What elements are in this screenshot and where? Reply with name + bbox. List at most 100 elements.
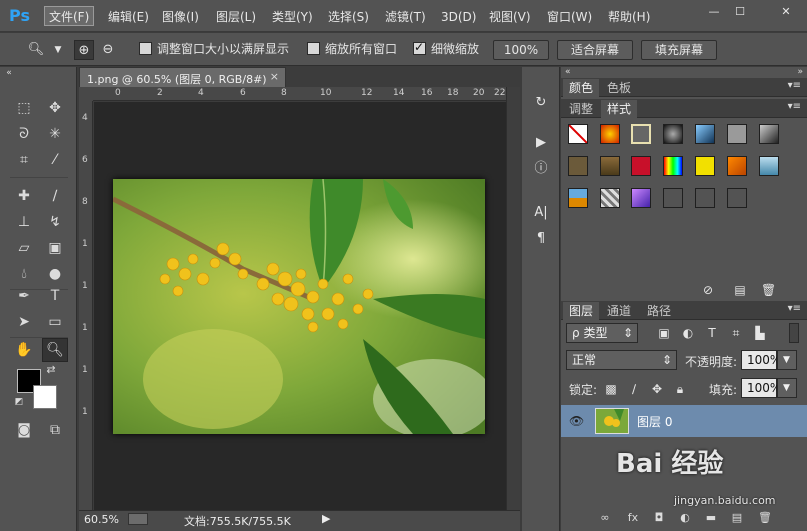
lock-image-icon[interactable]: ∕ <box>627 382 641 396</box>
blend-mode-select[interactable]: 正常 ⇕ <box>566 350 677 370</box>
dodge-tool-icon[interactable]: ● <box>44 263 66 285</box>
clone-stamp-tool-icon[interactable]: ⊥ <box>13 211 35 233</box>
style-swatch[interactable] <box>663 124 683 144</box>
document-image[interactable] <box>113 179 485 434</box>
adjustment-layer-icon[interactable]: ◐ <box>677 511 693 525</box>
zoom-tool-icon[interactable]: 🔍︎ <box>42 338 68 362</box>
style-swatch[interactable] <box>568 156 588 176</box>
filter-pixel-icon[interactable]: ▣ <box>657 326 671 340</box>
scrubby-zoom-checkbox[interactable] <box>413 40 426 55</box>
marquee-tool-icon[interactable]: ⬚ <box>13 97 35 119</box>
type-tool-icon[interactable]: T <box>44 285 66 307</box>
fill-dropdown-icon[interactable]: ▼ <box>777 378 797 398</box>
tab-channels[interactable]: 通道 <box>601 302 637 320</box>
zoom-in-icon[interactable]: ⊕ <box>74 40 94 60</box>
magic-wand-tool-icon[interactable]: ✳ <box>44 123 66 145</box>
status-preview-icon[interactable] <box>128 513 148 525</box>
layer-filter-kind-select[interactable]: ρ 类型 ⇕ <box>566 323 638 343</box>
delete-layer-icon[interactable]: 🗑︎ <box>757 511 773 525</box>
gradient-tool-icon[interactable]: ▣ <box>44 237 66 259</box>
close-window-button[interactable]: ✕ <box>776 4 796 20</box>
blur-tool-icon[interactable]: 💧︎ <box>13 263 35 285</box>
character-panel-icon[interactable]: A| <box>530 203 552 223</box>
menu-file[interactable]: 文件(F) <box>44 6 95 26</box>
style-swatch[interactable] <box>759 156 779 176</box>
opacity-input[interactable]: 100% <box>741 350 781 370</box>
menu-image[interactable]: 图像(I) <box>162 7 199 27</box>
panel-menu-icon[interactable]: ▾≡ <box>788 303 801 314</box>
style-swatch[interactable] <box>600 156 620 176</box>
style-swatch[interactable] <box>695 124 715 144</box>
panel-menu-icon[interactable]: ▾≡ <box>788 101 801 112</box>
style-swatch-empty[interactable] <box>727 188 747 208</box>
menu-type[interactable]: 类型(Y) <box>272 7 313 27</box>
fit-screen-button[interactable]: 适合屏幕 <box>557 40 633 60</box>
menu-view[interactable]: 视图(V) <box>489 7 531 27</box>
eye-visibility-icon[interactable]: 👁︎ <box>569 414 584 428</box>
tab-paths[interactable]: 路径 <box>641 302 677 320</box>
filter-toggle[interactable] <box>789 323 799 343</box>
healing-brush-tool-icon[interactable]: ✚ <box>13 185 35 207</box>
eyedropper-tool-icon[interactable]: ⁄ <box>44 149 66 171</box>
tab-swatches[interactable]: 色板 <box>601 79 637 97</box>
tab-color[interactable]: 颜色 <box>563 79 600 97</box>
zoom-tool-preset-icon[interactable]: 🔍︎ <box>26 40 46 60</box>
menu-filter[interactable]: 滤镜(T) <box>385 7 426 27</box>
filter-type-icon[interactable]: T <box>705 326 719 340</box>
style-none-swatch[interactable] <box>568 124 588 144</box>
hand-tool-icon[interactable]: ✋ <box>13 339 35 361</box>
lock-all-icon[interactable]: 🔒︎ <box>673 382 687 396</box>
actions-panel-icon[interactable]: ▶ <box>530 133 552 153</box>
filter-smart-object-icon[interactable]: ▙ <box>753 326 767 340</box>
new-group-icon[interactable]: ▬ <box>703 511 719 525</box>
status-menu-arrow-icon[interactable]: ▶ <box>322 512 330 525</box>
tab-styles[interactable]: 样式 <box>601 100 638 118</box>
style-swatch[interactable] <box>600 188 620 208</box>
brush-tool-icon[interactable]: ∕ <box>44 185 66 207</box>
vertical-scrollbar[interactable] <box>506 87 520 510</box>
menu-help[interactable]: 帮助(H) <box>608 7 650 27</box>
layer-style-fx-icon[interactable]: fx <box>625 511 641 525</box>
zoom-100-button[interactable]: 100% <box>493 40 549 60</box>
fill-screen-button[interactable]: 填充屏幕 <box>641 40 717 60</box>
background-color-swatch[interactable] <box>33 385 57 409</box>
style-swatch-empty[interactable] <box>695 188 715 208</box>
style-swatch[interactable] <box>759 124 779 144</box>
info-panel-icon[interactable]: ⓘ <box>530 159 552 179</box>
quick-mask-icon[interactable]: ◙ <box>13 419 35 441</box>
layer-row-selected[interactable]: 👁︎ 图层 0 <box>561 405 807 437</box>
panel-collapse-icon[interactable]: « <box>565 67 571 77</box>
menu-layer[interactable]: 图层(L) <box>216 7 256 27</box>
resize-windows-checkbox[interactable] <box>139 42 152 55</box>
style-swatch[interactable] <box>695 156 715 176</box>
lasso-tool-icon[interactable]: ᘐ <box>13 123 35 145</box>
clear-style-icon[interactable]: ⊘ <box>701 283 715 297</box>
zoom-level[interactable]: 60.5% <box>84 513 119 526</box>
panel-menu-icon[interactable]: ▾≡ <box>788 80 801 91</box>
style-swatch[interactable] <box>631 156 651 176</box>
panel-expand-icon[interactable]: » <box>797 67 803 77</box>
style-swatch-selected[interactable] <box>631 124 651 144</box>
history-panel-icon[interactable]: ↻ <box>530 93 552 113</box>
swap-colors-icon[interactable]: ⇄ <box>44 363 58 377</box>
menu-3d[interactable]: 3D(D) <box>441 7 476 27</box>
crop-tool-icon[interactable]: ⌗ <box>13 149 35 171</box>
pen-tool-icon[interactable]: ✒ <box>13 285 35 307</box>
lock-transparent-icon[interactable]: ▩ <box>604 382 618 396</box>
style-swatch[interactable] <box>663 156 683 176</box>
maximize-button[interactable]: ☐ <box>730 4 750 20</box>
default-colors-icon[interactable]: ◩ <box>12 395 26 409</box>
fill-input[interactable]: 100% <box>741 378 781 398</box>
style-swatch[interactable] <box>600 124 620 144</box>
chevron-down-icon[interactable]: ▼ <box>48 40 68 60</box>
style-swatch[interactable] <box>727 124 747 144</box>
lock-position-icon[interactable]: ✥ <box>650 382 664 396</box>
new-layer-icon[interactable]: ▤ <box>729 511 745 525</box>
tab-layers[interactable]: 图层 <box>563 302 600 320</box>
style-swatch[interactable] <box>568 188 588 208</box>
filter-shape-icon[interactable]: ⌗ <box>729 326 743 340</box>
path-selection-tool-icon[interactable]: ➤ <box>13 311 35 333</box>
zoom-out-icon[interactable]: ⊖ <box>98 40 118 60</box>
style-swatch[interactable] <box>631 188 651 208</box>
link-layers-icon[interactable]: ∞ <box>597 511 613 525</box>
